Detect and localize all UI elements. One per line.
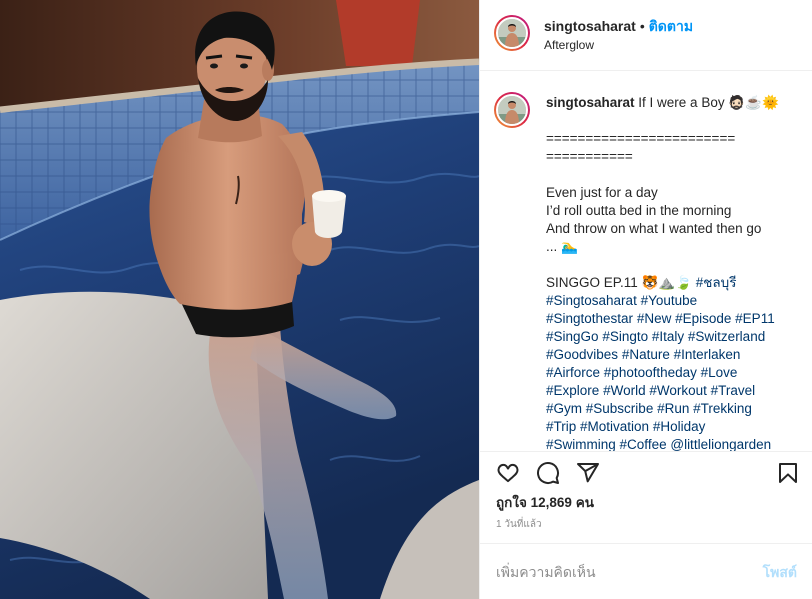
hashtag-link[interactable]: #Nature <box>622 347 670 362</box>
hashtag-link[interactable]: #Trip <box>546 419 576 434</box>
caption-title-line: singtosaharat If I were a Boy 🧔🏻☕🌞 <box>546 94 798 112</box>
hashtag-link[interactable]: #EP11 <box>735 311 775 326</box>
save-button[interactable] <box>776 461 800 485</box>
hashtag-link[interactable]: #Travel <box>711 383 756 398</box>
hashtag-line: #Trip #Motivation #Holiday <box>546 418 798 436</box>
hashtag-link[interactable]: #World <box>603 383 646 398</box>
hashtag-link[interactable]: #Youtube <box>641 293 698 308</box>
header-separator: • <box>639 18 645 34</box>
hashtag-link[interactable]: #Subscribe <box>586 401 654 416</box>
likes-suffix: คน <box>575 495 594 510</box>
caption-divider: =========== <box>546 149 633 164</box>
caption-episode-line: SINGGO EP.11 🐯⛰️🍃 #ชลบุรี <box>546 274 798 292</box>
hashtag-link[interactable]: #Swimming <box>546 437 616 451</box>
coffee-mug <box>312 190 346 238</box>
hashtag-line: #Swimming #Coffee @littleliongarden <box>546 436 798 451</box>
post-photo[interactable] <box>0 0 479 599</box>
likes-prefix: ถูกใจ <box>496 495 527 510</box>
hashtag-line: #Airforce #photooftheday #Love <box>546 364 798 382</box>
hashtag-link[interactable]: #Interlaken <box>674 347 741 362</box>
post-photo-image <box>0 0 479 599</box>
hashtag-line: #Singtosaharat #Youtube <box>546 292 798 310</box>
hashtag-link[interactable]: #Gym <box>546 401 582 416</box>
hashtag-line: #Gym #Subscribe #Run #Trekking <box>546 400 798 418</box>
hashtag-link[interactable]: #New <box>637 311 672 326</box>
heart-outline-icon <box>497 463 519 483</box>
mention-link[interactable]: @littleliongarden <box>670 437 771 451</box>
comment-input[interactable] <box>496 562 736 582</box>
caption-lyric-line: I’d roll outta bed in the morning <box>546 203 732 218</box>
follow-button[interactable]: ติดตาม <box>649 18 693 34</box>
hashtag-link[interactable]: #Switzerland <box>688 329 765 344</box>
hashtag-link[interactable]: #Motivation <box>580 419 649 434</box>
hashtag-block: #Singtosaharat #Youtube #Singtothestar #N… <box>546 292 798 451</box>
caption-username-link[interactable]: singtosaharat <box>546 95 635 110</box>
hashtag-link[interactable]: #Singto <box>602 329 648 344</box>
hashtag-link[interactable]: #Airforce <box>546 365 600 380</box>
hashtag-link[interactable]: #Run <box>657 401 689 416</box>
avatar-image <box>496 94 528 126</box>
caption-avatar[interactable] <box>494 92 530 128</box>
header-avatar[interactable] <box>494 15 530 51</box>
likes-count: 12,869 <box>530 495 572 510</box>
caption-episode: SINGGO EP.11 🐯⛰️🍃 <box>546 275 692 290</box>
hashtag-line: #Explore #World #Workout #Travel <box>546 382 798 400</box>
hashtag-line: #SingGo #Singto #Italy #Switzerland <box>546 328 798 346</box>
post-timestamp[interactable]: 1 วันที่แล้ว <box>496 518 542 532</box>
caption-lyric-line: Even just for a day <box>546 185 658 200</box>
avatar-image <box>496 17 528 49</box>
post-header: singtosaharat • ติดตาม Afterglow <box>480 0 812 71</box>
caption-lyric-line: ... 🏊‍♂️ <box>546 239 578 254</box>
hashtag-link[interactable]: #SingGo <box>546 329 599 344</box>
caption-text: singtosaharat If I were a Boy 🧔🏻☕🌞 =====… <box>546 94 798 451</box>
comment-bar: โพสต์ <box>480 543 812 599</box>
likes-count-link[interactable]: ถูกใจ 12,869 คน <box>496 494 594 512</box>
header-title-line: singtosaharat • ติดตาม <box>544 16 693 36</box>
hashtag-link[interactable]: #Holiday <box>653 419 706 434</box>
hashtag-link[interactable]: #Love <box>701 365 738 380</box>
share-button[interactable] <box>576 461 600 485</box>
hashtag-link[interactable]: #Italy <box>652 329 684 344</box>
caption-section[interactable]: singtosaharat If I were a Boy 🧔🏻☕🌞 =====… <box>480 71 812 452</box>
hashtag-link[interactable]: #Goodvibes <box>546 347 618 362</box>
hashtag-link[interactable]: #Workout <box>649 383 707 398</box>
hashtag-link[interactable]: #ชลบุรี <box>696 275 737 290</box>
bookmark-outline-icon <box>779 463 797 483</box>
hashtag-link[interactable]: #Singtothestar <box>546 311 633 326</box>
hashtag-link[interactable]: #Coffee <box>620 437 667 451</box>
hashtag-link[interactable]: #Singtosaharat <box>546 293 637 308</box>
location-link[interactable]: Afterglow <box>544 37 594 53</box>
post-side-panel: singtosaharat • ติดตาม Afterglow singtosah… <box>479 0 812 599</box>
hashtag-line: #Singtothestar #New #Episode #EP11 <box>546 310 798 328</box>
paper-plane-icon <box>577 463 599 483</box>
caption-title: If I were a Boy 🧔🏻☕🌞 <box>638 95 779 110</box>
hashtag-link[interactable]: #Explore <box>546 383 599 398</box>
hashtag-link[interactable]: #Episode <box>675 311 731 326</box>
comment-icon <box>537 462 559 484</box>
hashtag-line: #Goodvibes #Nature #Interlaken <box>546 346 798 364</box>
caption-lyric-line: And throw on what I wanted then go <box>546 221 762 236</box>
hashtag-link[interactable]: #Trekking <box>693 401 752 416</box>
post-comment-button[interactable]: โพสต์ <box>763 562 797 582</box>
hashtag-link[interactable]: #photooftheday <box>604 365 697 380</box>
header-username-link[interactable]: singtosaharat <box>544 18 636 34</box>
comment-button[interactable] <box>536 461 560 485</box>
like-button[interactable] <box>496 461 520 485</box>
caption-divider: ======================== <box>546 131 736 146</box>
